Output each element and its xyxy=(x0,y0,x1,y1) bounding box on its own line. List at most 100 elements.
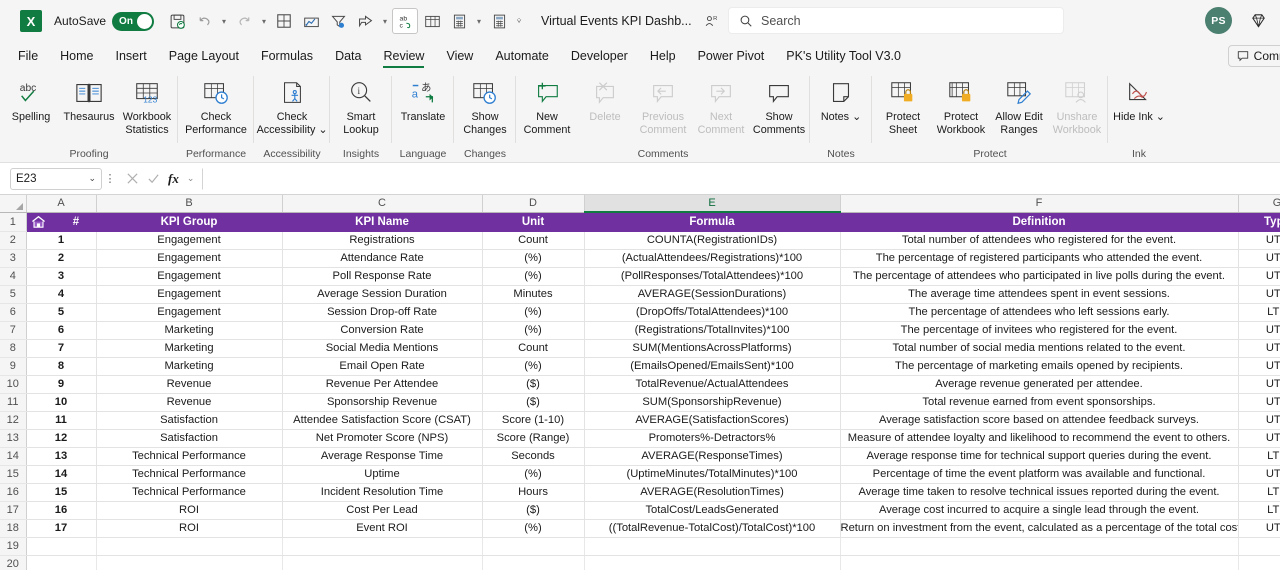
cell-d8[interactable]: Count xyxy=(482,339,585,358)
show-comments-button[interactable]: Show Comments xyxy=(750,74,808,140)
cell-a20[interactable] xyxy=(26,555,97,570)
cell-a3[interactable]: 2 xyxy=(26,249,97,268)
cell-c17[interactable]: Cost Per Lead xyxy=(282,501,483,520)
cell-a16[interactable]: 15 xyxy=(26,483,97,502)
shared-users-icon[interactable]: R xyxy=(704,14,719,29)
row-header-11[interactable]: 11 xyxy=(0,393,27,412)
cell-g3[interactable]: UTB xyxy=(1238,249,1280,268)
insert-function-icon[interactable]: fx xyxy=(168,171,179,187)
cell-d3[interactable]: (%) xyxy=(482,249,585,268)
row-header-8[interactable]: 8 xyxy=(0,339,27,358)
cell-a5[interactable]: 4 xyxy=(26,285,97,304)
save-icon[interactable] xyxy=(164,8,190,34)
cell-d14[interactable]: Seconds xyxy=(482,447,585,466)
cell-c14[interactable]: Average Response Time xyxy=(282,447,483,466)
cell-b11[interactable]: Revenue xyxy=(96,393,283,412)
column-header-a[interactable]: A xyxy=(26,195,97,213)
cell-a10[interactable]: 9 xyxy=(26,375,97,394)
spelling-button[interactable]: abc Spelling xyxy=(2,74,60,140)
column-header-f[interactable]: F xyxy=(840,195,1239,213)
cell-d18[interactable]: (%) xyxy=(482,519,585,538)
cell-f12[interactable]: Average satisfaction score based on atte… xyxy=(840,411,1239,430)
cell-g12[interactable]: UTB xyxy=(1238,411,1280,430)
cell-c3[interactable]: Attendance Rate xyxy=(282,249,483,268)
document-title[interactable]: Virtual Events KPI Dashb... xyxy=(541,14,692,28)
cell-g10[interactable]: UTB xyxy=(1238,375,1280,394)
row-header-13[interactable]: 13 xyxy=(0,429,27,448)
cell-e7[interactable]: (Registrations/TotalInvites)*100 xyxy=(584,321,841,340)
cell-g2[interactable]: UTB xyxy=(1238,231,1280,250)
cell-g14[interactable]: LTB xyxy=(1238,447,1280,466)
cell-c15[interactable]: Uptime xyxy=(282,465,483,484)
cell-e10[interactable]: TotalRevenue/ActualAttendees xyxy=(584,375,841,394)
cell-f14[interactable]: Average response time for technical supp… xyxy=(840,447,1239,466)
row-header-4[interactable]: 4 xyxy=(0,267,27,286)
borders-icon[interactable] xyxy=(271,8,297,34)
allow-edit-ranges-button[interactable]: Allow Edit Ranges xyxy=(990,74,1048,140)
cell-f13[interactable]: Measure of attendee loyalty and likeliho… xyxy=(840,429,1239,448)
cell-c2[interactable]: Registrations xyxy=(282,231,483,250)
cell-d15[interactable]: (%) xyxy=(482,465,585,484)
cell-c19[interactable] xyxy=(282,537,483,556)
cell-d2[interactable]: Count xyxy=(482,231,585,250)
show-changes-button[interactable]: Show Changes xyxy=(456,74,514,140)
tab-data[interactable]: Data xyxy=(325,46,371,66)
row-header-9[interactable]: 9 xyxy=(0,357,27,376)
check-accessibility-button[interactable]: Check Accessibility ⌄ xyxy=(256,74,328,140)
cell-e16[interactable]: AVERAGE(ResolutionTimes) xyxy=(584,483,841,502)
cell-e6[interactable]: (DropOffs/TotalAttendees)*100 xyxy=(584,303,841,322)
cell-c10[interactable]: Revenue Per Attendee xyxy=(282,375,483,394)
diamond-icon[interactable] xyxy=(1249,11,1268,30)
column-header-e[interactable]: E xyxy=(584,195,841,213)
tab-file[interactable]: File xyxy=(8,46,48,66)
cell-g11[interactable]: UTB xyxy=(1238,393,1280,412)
cell-g13[interactable]: UTB xyxy=(1238,429,1280,448)
cell-a19[interactable] xyxy=(26,537,97,556)
cell-c4[interactable]: Poll Response Rate xyxy=(282,267,483,286)
row-header-15[interactable]: 15 xyxy=(0,465,27,484)
row-header-1[interactable]: 1 xyxy=(0,212,27,232)
tab-power-pivot[interactable]: Power Pivot xyxy=(688,46,775,66)
cell-f6[interactable]: The percentage of attendees who left ses… xyxy=(840,303,1239,322)
cell-d4[interactable]: (%) xyxy=(482,267,585,286)
cell-a15[interactable]: 14 xyxy=(26,465,97,484)
cell-f15[interactable]: Percentage of time the event platform wa… xyxy=(840,465,1239,484)
formula-input[interactable] xyxy=(202,167,1276,190)
cell-b15[interactable]: Technical Performance xyxy=(96,465,283,484)
cell-a2[interactable]: 1 xyxy=(26,231,97,250)
formula-dropdown-caret-icon[interactable]: ⌄ xyxy=(187,173,195,184)
cell-a13[interactable]: 12 xyxy=(26,429,97,448)
cell-e1[interactable]: Formula xyxy=(584,212,841,232)
cell-f20[interactable] xyxy=(840,555,1239,570)
translate-button[interactable]: aあ Translate xyxy=(394,74,452,140)
chart-icon[interactable] xyxy=(298,8,324,34)
row-header-20[interactable]: 20 xyxy=(0,555,27,570)
calculator-icon[interactable] xyxy=(446,8,472,34)
cell-e4[interactable]: (PollResponses/TotalAttendees)*100 xyxy=(584,267,841,286)
cell-e11[interactable]: SUM(SponsorshipRevenue) xyxy=(584,393,841,412)
column-header-b[interactable]: B xyxy=(96,195,283,213)
cell-a11[interactable]: 10 xyxy=(26,393,97,412)
cell-a7[interactable]: 6 xyxy=(26,321,97,340)
cell-d17[interactable]: ($) xyxy=(482,501,585,520)
cell-f5[interactable]: The average time attendees spent in even… xyxy=(840,285,1239,304)
cell-a18[interactable]: 17 xyxy=(26,519,97,538)
row-header-5[interactable]: 5 xyxy=(0,285,27,304)
cell-d19[interactable] xyxy=(482,537,585,556)
tab-page-layout[interactable]: Page Layout xyxy=(159,46,249,66)
cell-a12[interactable]: 11 xyxy=(26,411,97,430)
cell-b19[interactable] xyxy=(96,537,283,556)
comments-button[interactable]: Comm xyxy=(1227,45,1280,67)
search-input[interactable]: Search xyxy=(728,7,1064,34)
tab-review[interactable]: Review xyxy=(373,46,434,68)
new-comment-button[interactable]: New Comment xyxy=(518,74,576,140)
cell-b13[interactable]: Satisfaction xyxy=(96,429,283,448)
cell-c16[interactable]: Incident Resolution Time xyxy=(282,483,483,502)
workbook-statistics-button[interactable]: 123 Workbook Statistics xyxy=(118,74,176,140)
cell-a17[interactable]: 16 xyxy=(26,501,97,520)
tab-automate[interactable]: Automate xyxy=(485,46,559,66)
cell-a14[interactable]: 13 xyxy=(26,447,97,466)
protect-sheet-button[interactable]: Protect Sheet xyxy=(874,74,932,140)
cell-f7[interactable]: The percentage of invitees who registere… xyxy=(840,321,1239,340)
cell-f9[interactable]: The percentage of marketing emails opene… xyxy=(840,357,1239,376)
